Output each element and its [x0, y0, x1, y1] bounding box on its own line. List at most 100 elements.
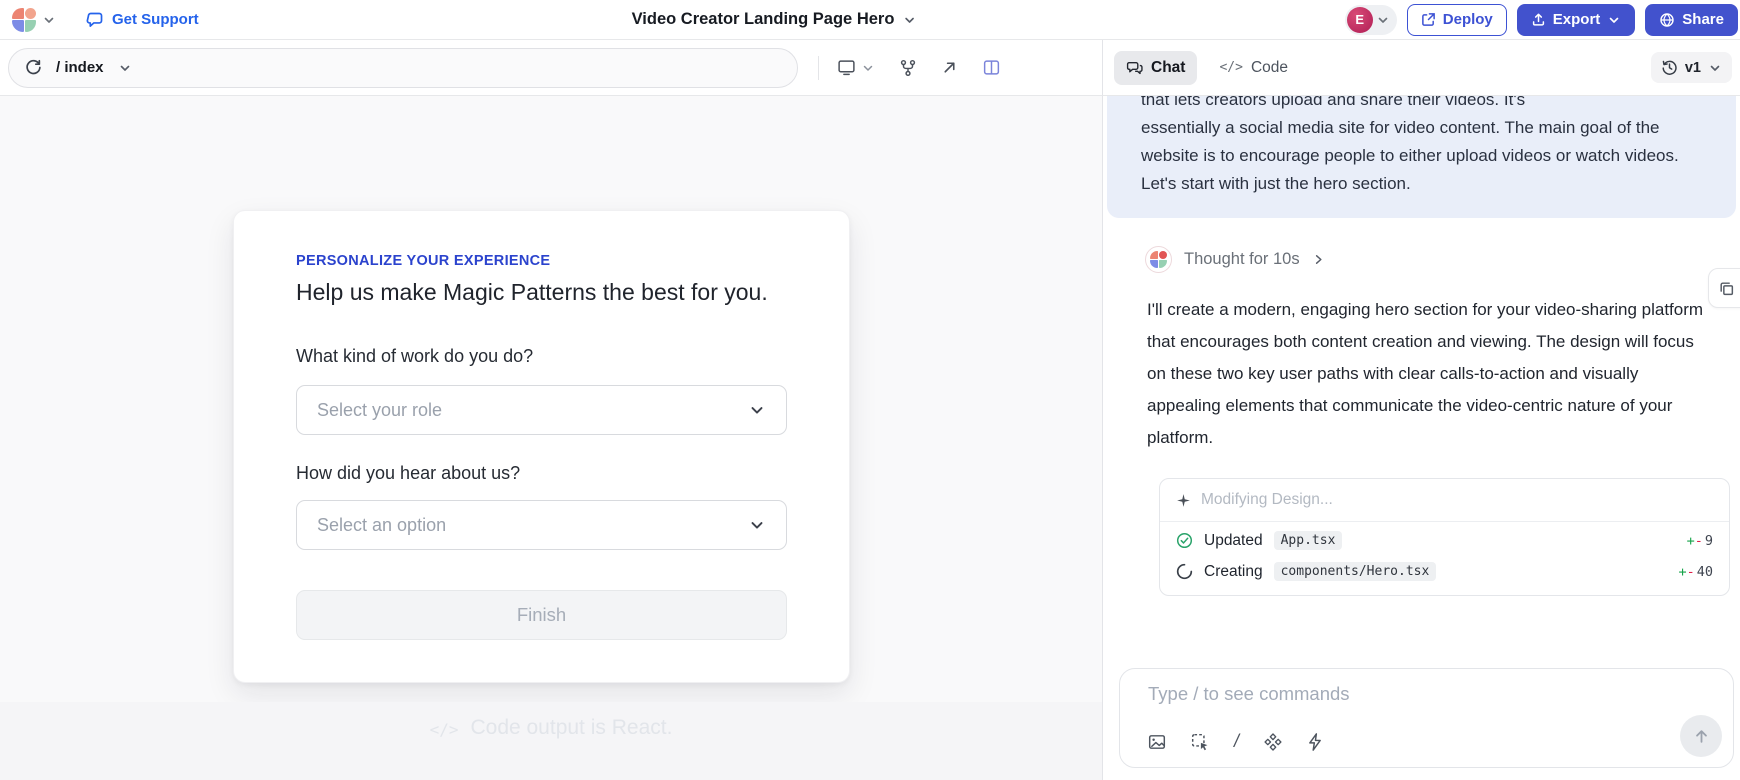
modal-heading: Help us make Magic Patterns the best for…: [296, 279, 787, 306]
globe-icon: [1659, 12, 1675, 28]
progress-row: Creating components/Hero.tsx + - 40: [1160, 559, 1729, 595]
slash-command-button[interactable]: /: [1234, 731, 1239, 752]
select-chevron-icon: [748, 401, 766, 419]
external-link-icon: [1421, 12, 1436, 27]
monitor-icon: [837, 58, 856, 77]
chat-bubbles-icon: [1126, 59, 1143, 76]
select-element-button[interactable]: [1191, 733, 1209, 751]
components-button[interactable]: [1264, 733, 1282, 751]
code-glyph-icon: </>: [430, 716, 459, 739]
diff-plus: +: [1678, 564, 1686, 580]
history-icon: [1661, 59, 1678, 76]
share-button[interactable]: Share: [1645, 4, 1738, 36]
device-preview-selector[interactable]: [837, 58, 875, 77]
route-chevron-icon[interactable]: [118, 61, 132, 75]
attach-image-button[interactable]: [1148, 733, 1166, 751]
url-bar[interactable]: / index: [8, 48, 798, 88]
split-columns-icon: [982, 58, 1001, 77]
chat-composer: /: [1119, 668, 1734, 768]
version-selector[interactable]: v1: [1651, 52, 1732, 83]
chat-input[interactable]: [1148, 683, 1663, 705]
question-work-label: What kind of work do you do?: [296, 346, 787, 367]
split-view-button[interactable]: [982, 58, 1001, 77]
file-chip: App.tsx: [1274, 531, 1343, 550]
device-chevron-icon: [861, 61, 875, 75]
speech-bubble-icon: [86, 11, 104, 29]
version-label: v1: [1685, 60, 1701, 76]
toolbar: / index: [0, 40, 1740, 96]
refresh-icon[interactable]: [25, 59, 42, 76]
app-header: Get Support Video Creator Landing Page H…: [0, 0, 1740, 40]
user-message-last-line: Let's start with just the hero section.: [1141, 170, 1702, 198]
magic-patterns-logo-icon: [12, 8, 36, 32]
deploy-label: Deploy: [1443, 11, 1493, 28]
code-output-note: Code output is React.: [470, 716, 672, 740]
version-chevron-icon: [1708, 61, 1722, 75]
diff-count: + - 9: [1687, 533, 1713, 549]
account-menu[interactable]: E: [1345, 5, 1397, 35]
route-path: / index: [56, 59, 104, 76]
check-circle-icon: [1176, 532, 1193, 549]
chevron-right-icon: [1312, 253, 1325, 266]
preview-footer: </> Code output is React.: [0, 702, 1102, 780]
sparkle-icon: [1176, 493, 1191, 508]
hear-about-placeholder: Select an option: [317, 515, 446, 536]
avatar: E: [1347, 7, 1373, 33]
export-chevron-icon: [1607, 13, 1621, 27]
share-label: Share: [1682, 11, 1724, 28]
preview-toolbar: / index: [0, 40, 1102, 96]
account-chevron-icon: [1376, 13, 1390, 27]
deploy-button[interactable]: Deploy: [1407, 4, 1507, 36]
component-tree-button[interactable]: [899, 59, 917, 77]
send-button[interactable]: [1680, 715, 1722, 757]
project-title-dropdown[interactable]: Video Creator Landing Page Hero: [632, 10, 917, 29]
get-support-link[interactable]: Get Support: [86, 11, 199, 29]
hear-about-select[interactable]: Select an option: [296, 500, 787, 550]
finish-button[interactable]: Finish: [296, 590, 787, 640]
user-message-bubble: that lets creators upload and share thei…: [1107, 96, 1736, 218]
arrow-up-right-icon: [941, 59, 958, 76]
role-select[interactable]: Select your role: [296, 385, 787, 435]
preview-pane: PERSONALIZE YOUR EXPERIENCE Help us make…: [0, 96, 1102, 780]
diff-count: + - 40: [1678, 564, 1713, 580]
progress-card: Modifying Design... Updated App.tsx + - …: [1159, 478, 1730, 596]
spinner-icon: [1176, 563, 1193, 580]
open-in-new-tab-button[interactable]: [941, 59, 958, 76]
select-area-icon: [1191, 733, 1209, 751]
quick-actions-button[interactable]: [1307, 733, 1323, 751]
export-button[interactable]: Export: [1517, 4, 1636, 36]
diff-num: 9: [1705, 533, 1713, 549]
title-chevron-icon: [902, 13, 916, 27]
progress-header: Modifying Design...: [1160, 479, 1729, 522]
diamonds-icon: [1264, 733, 1282, 751]
personalize-modal: PERSONALIZE YOUR EXPERIENCE Help us make…: [233, 210, 850, 683]
tab-code[interactable]: </> Code: [1207, 51, 1300, 85]
user-message-clipped-line: that lets creators upload and share thei…: [1141, 96, 1702, 114]
toolbar-divider: [818, 56, 819, 80]
copy-message-button[interactable]: [1708, 268, 1740, 308]
file-chip: components/Hero.tsx: [1274, 562, 1437, 581]
progress-row: Updated App.tsx + - 9: [1160, 522, 1729, 559]
chat-pane: that lets creators upload and share thei…: [1102, 96, 1740, 780]
diff-minus: -: [1687, 564, 1695, 580]
modal-eyebrow: PERSONALIZE YOUR EXPERIENCE: [296, 253, 787, 269]
thought-label: Thought for 10s: [1184, 250, 1300, 269]
arrow-up-icon: [1693, 728, 1710, 745]
assistant-avatar: [1145, 246, 1172, 273]
copy-icon: [1718, 280, 1735, 297]
thought-toggle[interactable]: Thought for 10s: [1145, 244, 1740, 274]
user-message-body: essentially a social media site for vide…: [1141, 114, 1702, 170]
file-status: Creating: [1204, 563, 1263, 581]
role-select-placeholder: Select your role: [317, 400, 442, 421]
export-label: Export: [1553, 11, 1601, 28]
diff-plus: +: [1687, 533, 1695, 549]
diff-num: 40: [1697, 564, 1713, 580]
image-icon: [1148, 733, 1166, 751]
question-hear-label: How did you hear about us?: [296, 463, 787, 484]
magic-patterns-logo-icon: [1150, 251, 1167, 268]
code-glyph-icon: </>: [1219, 60, 1242, 75]
diff-minus: -: [1695, 533, 1703, 549]
tab-chat[interactable]: Chat: [1114, 51, 1197, 85]
workspace-menu-chevron-icon[interactable]: [42, 13, 56, 27]
progress-header-label: Modifying Design...: [1201, 491, 1333, 509]
